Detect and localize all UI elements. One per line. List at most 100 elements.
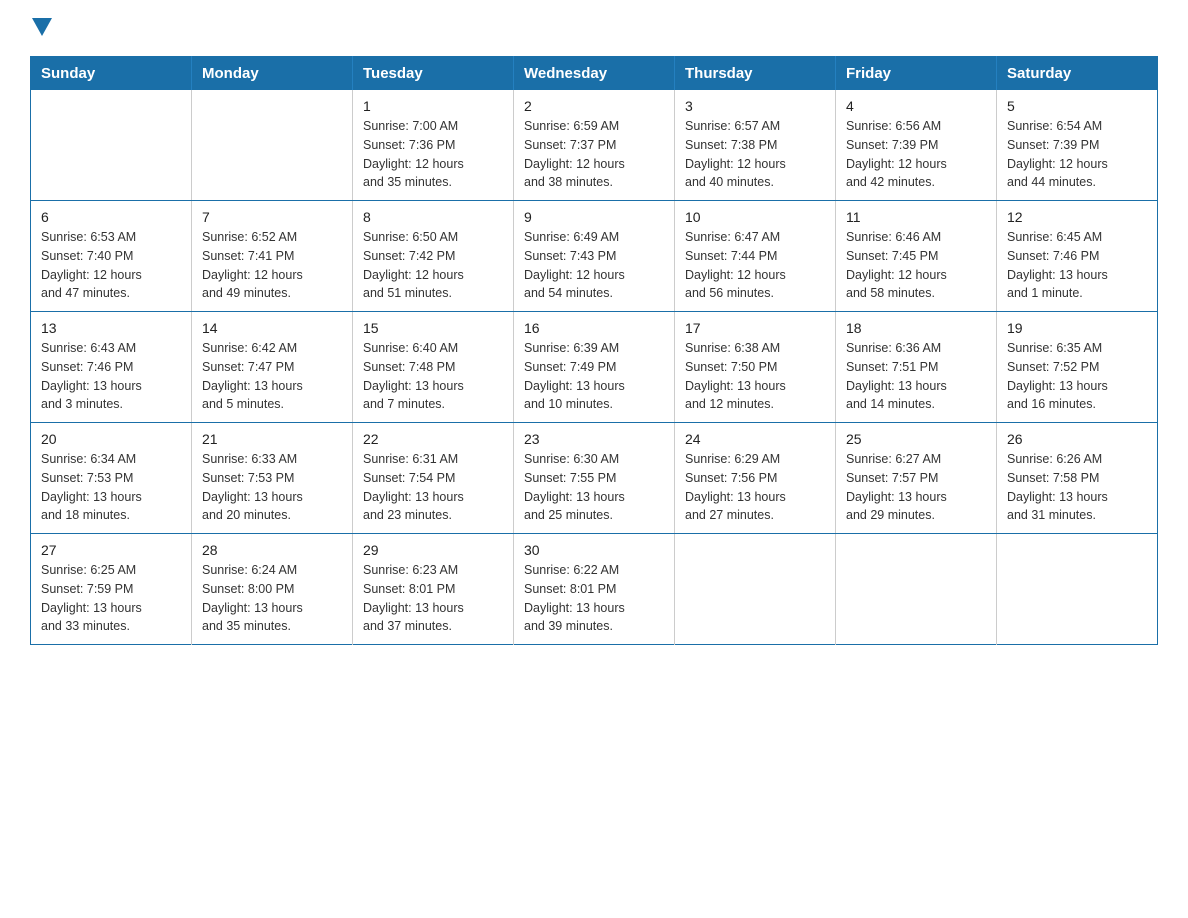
day-number: 13: [41, 320, 181, 336]
day-info: Sunrise: 6:50 AM Sunset: 7:42 PM Dayligh…: [363, 228, 503, 303]
week-row-3: 13 Sunrise: 6:43 AM Sunset: 7:46 PM Dayli…: [31, 312, 1158, 423]
calendar-cell: 13 Sunrise: 6:43 AM Sunset: 7:46 PM Dayli…: [31, 312, 192, 423]
calendar-cell: 29 Sunrise: 6:23 AM Sunset: 8:01 PM Dayli…: [353, 534, 514, 645]
day-info: Sunrise: 6:56 AM Sunset: 7:39 PM Dayligh…: [846, 117, 986, 192]
calendar-cell: 23 Sunrise: 6:30 AM Sunset: 7:55 PM Dayli…: [514, 423, 675, 534]
day-info: Sunrise: 6:53 AM Sunset: 7:40 PM Dayligh…: [41, 228, 181, 303]
day-number: 12: [1007, 209, 1147, 225]
calendar-cell: [836, 534, 997, 645]
calendar-cell: 6 Sunrise: 6:53 AM Sunset: 7:40 PM Daylig…: [31, 201, 192, 312]
day-info: Sunrise: 6:27 AM Sunset: 7:57 PM Dayligh…: [846, 450, 986, 525]
weekday-header-tuesday: Tuesday: [353, 57, 514, 91]
day-info: Sunrise: 6:31 AM Sunset: 7:54 PM Dayligh…: [363, 450, 503, 525]
calendar-cell: 12 Sunrise: 6:45 AM Sunset: 7:46 PM Dayli…: [997, 201, 1158, 312]
day-number: 26: [1007, 431, 1147, 447]
calendar-cell: 5Sunrise: 6:54 AM Sunset: 7:39 PM Daylig…: [997, 90, 1158, 201]
day-info: Sunrise: 6:34 AM Sunset: 7:53 PM Dayligh…: [41, 450, 181, 525]
day-number: 1: [363, 98, 503, 114]
day-info: Sunrise: 6:25 AM Sunset: 7:59 PM Dayligh…: [41, 561, 181, 636]
day-info: Sunrise: 6:29 AM Sunset: 7:56 PM Dayligh…: [685, 450, 825, 525]
day-number: 2: [524, 98, 664, 114]
day-number: 8: [363, 209, 503, 225]
day-info: Sunrise: 6:39 AM Sunset: 7:49 PM Dayligh…: [524, 339, 664, 414]
day-number: 11: [846, 209, 986, 225]
calendar-cell: 27 Sunrise: 6:25 AM Sunset: 7:59 PM Dayli…: [31, 534, 192, 645]
day-info: Sunrise: 7:00 AM Sunset: 7:36 PM Dayligh…: [363, 117, 503, 192]
calendar-cell: 22 Sunrise: 6:31 AM Sunset: 7:54 PM Dayli…: [353, 423, 514, 534]
day-number: 9: [524, 209, 664, 225]
day-info: Sunrise: 6:23 AM Sunset: 8:01 PM Dayligh…: [363, 561, 503, 636]
calendar-cell: 19 Sunrise: 6:35 AM Sunset: 7:52 PM Dayli…: [997, 312, 1158, 423]
day-info: Sunrise: 6:49 AM Sunset: 7:43 PM Dayligh…: [524, 228, 664, 303]
calendar-cell: 11 Sunrise: 6:46 AM Sunset: 7:45 PM Dayli…: [836, 201, 997, 312]
week-row-4: 20Sunrise: 6:34 AM Sunset: 7:53 PM Dayli…: [31, 423, 1158, 534]
day-number: 6: [41, 209, 181, 225]
calendar-cell: [192, 90, 353, 201]
day-number: 17: [685, 320, 825, 336]
day-info: Sunrise: 6:45 AM Sunset: 7:46 PM Dayligh…: [1007, 228, 1147, 303]
day-info: Sunrise: 6:54 AM Sunset: 7:39 PM Dayligh…: [1007, 117, 1147, 192]
day-number: 23: [524, 431, 664, 447]
calendar-table: SundayMondayTuesdayWednesdayThursdayFrid…: [30, 56, 1158, 645]
calendar-cell: 9 Sunrise: 6:49 AM Sunset: 7:43 PM Daylig…: [514, 201, 675, 312]
day-info: Sunrise: 6:30 AM Sunset: 7:55 PM Dayligh…: [524, 450, 664, 525]
day-info: Sunrise: 6:33 AM Sunset: 7:53 PM Dayligh…: [202, 450, 342, 525]
calendar-cell: 17 Sunrise: 6:38 AM Sunset: 7:50 PM Dayli…: [675, 312, 836, 423]
calendar-cell: 28Sunrise: 6:24 AM Sunset: 8:00 PM Dayli…: [192, 534, 353, 645]
day-number: 24: [685, 431, 825, 447]
calendar-cell: 2Sunrise: 6:59 AM Sunset: 7:37 PM Daylig…: [514, 90, 675, 201]
day-number: 16: [524, 320, 664, 336]
calendar-cell: 10Sunrise: 6:47 AM Sunset: 7:44 PM Dayli…: [675, 201, 836, 312]
weekday-header-sunday: Sunday: [31, 57, 192, 91]
day-info: Sunrise: 6:22 AM Sunset: 8:01 PM Dayligh…: [524, 561, 664, 636]
calendar-cell: [675, 534, 836, 645]
day-info: Sunrise: 6:52 AM Sunset: 7:41 PM Dayligh…: [202, 228, 342, 303]
day-number: 18: [846, 320, 986, 336]
day-number: 28: [202, 542, 342, 558]
day-info: Sunrise: 6:35 AM Sunset: 7:52 PM Dayligh…: [1007, 339, 1147, 414]
day-info: Sunrise: 6:57 AM Sunset: 7:38 PM Dayligh…: [685, 117, 825, 192]
week-row-1: 1 Sunrise: 7:00 AM Sunset: 7:36 PM Daylig…: [31, 90, 1158, 201]
week-row-2: 6 Sunrise: 6:53 AM Sunset: 7:40 PM Daylig…: [31, 201, 1158, 312]
day-number: 4: [846, 98, 986, 114]
calendar-cell: 8 Sunrise: 6:50 AM Sunset: 7:42 PM Daylig…: [353, 201, 514, 312]
day-info: Sunrise: 6:42 AM Sunset: 7:47 PM Dayligh…: [202, 339, 342, 414]
day-info: Sunrise: 6:26 AM Sunset: 7:58 PM Dayligh…: [1007, 450, 1147, 525]
calendar-cell: 14 Sunrise: 6:42 AM Sunset: 7:47 PM Dayli…: [192, 312, 353, 423]
calendar-cell: 18 Sunrise: 6:36 AM Sunset: 7:51 PM Dayli…: [836, 312, 997, 423]
day-info: Sunrise: 6:43 AM Sunset: 7:46 PM Dayligh…: [41, 339, 181, 414]
day-number: 29: [363, 542, 503, 558]
day-number: 22: [363, 431, 503, 447]
calendar-cell: 25 Sunrise: 6:27 AM Sunset: 7:57 PM Dayli…: [836, 423, 997, 534]
calendar-cell: [31, 90, 192, 201]
day-info: Sunrise: 6:46 AM Sunset: 7:45 PM Dayligh…: [846, 228, 986, 303]
logo-arrow-icon: [32, 18, 52, 36]
calendar-cell: 7 Sunrise: 6:52 AM Sunset: 7:41 PM Daylig…: [192, 201, 353, 312]
day-number: 27: [41, 542, 181, 558]
day-info: Sunrise: 6:36 AM Sunset: 7:51 PM Dayligh…: [846, 339, 986, 414]
calendar-cell: 16 Sunrise: 6:39 AM Sunset: 7:49 PM Dayli…: [514, 312, 675, 423]
day-info: Sunrise: 6:47 AM Sunset: 7:44 PM Dayligh…: [685, 228, 825, 303]
logo: [30, 20, 54, 38]
weekday-header-saturday: Saturday: [997, 57, 1158, 91]
day-info: Sunrise: 6:38 AM Sunset: 7:50 PM Dayligh…: [685, 339, 825, 414]
page-header: [30, 20, 1158, 38]
day-number: 19: [1007, 320, 1147, 336]
weekday-header-friday: Friday: [836, 57, 997, 91]
weekday-header-thursday: Thursday: [675, 57, 836, 91]
day-number: 25: [846, 431, 986, 447]
week-row-5: 27 Sunrise: 6:25 AM Sunset: 7:59 PM Dayli…: [31, 534, 1158, 645]
calendar-cell: 20Sunrise: 6:34 AM Sunset: 7:53 PM Dayli…: [31, 423, 192, 534]
calendar-cell: 15 Sunrise: 6:40 AM Sunset: 7:48 PM Dayli…: [353, 312, 514, 423]
day-number: 14: [202, 320, 342, 336]
day-number: 15: [363, 320, 503, 336]
day-number: 7: [202, 209, 342, 225]
weekday-header-wednesday: Wednesday: [514, 57, 675, 91]
calendar-cell: 3 Sunrise: 6:57 AM Sunset: 7:38 PM Daylig…: [675, 90, 836, 201]
calendar-cell: [997, 534, 1158, 645]
weekday-header-row: SundayMondayTuesdayWednesdayThursdayFrid…: [31, 57, 1158, 91]
calendar-cell: 21Sunrise: 6:33 AM Sunset: 7:53 PM Dayli…: [192, 423, 353, 534]
day-info: Sunrise: 6:40 AM Sunset: 7:48 PM Dayligh…: [363, 339, 503, 414]
calendar-cell: 30Sunrise: 6:22 AM Sunset: 8:01 PM Dayli…: [514, 534, 675, 645]
day-number: 3: [685, 98, 825, 114]
